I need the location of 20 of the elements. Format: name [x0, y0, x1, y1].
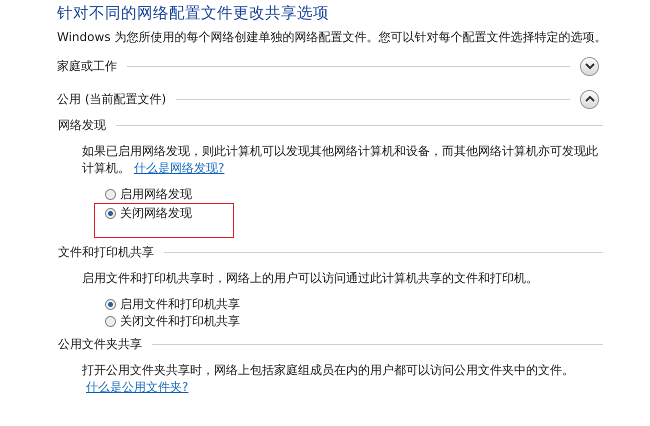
help-link[interactable]: 什么是网络发现?: [134, 161, 224, 175]
section-heading: 网络发现: [58, 116, 106, 134]
section-description: 启用文件和打印机共享时，网络上的用户可以访问通过此计算机共享的文件和打印机。: [82, 270, 539, 287]
section-description: 如果已启用网络发现，则此计算机可以发现其他网络计算机和设备，而其他网络计算机亦可发现此计算机。 什么是网络发现?: [82, 143, 599, 177]
chevron-icon: [584, 95, 594, 103]
radio-option[interactable]: 启用网络发现: [105, 186, 192, 203]
help-link[interactable]: 什么是公用文件夹?: [86, 380, 188, 394]
section-description: 打开公用文件夹共享时，网络上包括家庭组成员在内的用户都可以访问公用文件夹中的文件。 什么是公用文件夹?: [82, 362, 575, 396]
section-heading: 公用文件夹共享: [58, 336, 142, 352]
radio-option[interactable]: 启用文件和打印机共享: [105, 296, 240, 313]
radio-option[interactable]: 关闭文件和打印机共享: [105, 313, 240, 330]
description-text: Windows 为您所使用的每个网络创建单独的网络配置文件。您可以针对每个配置文件选择特定的选项。: [57, 29, 608, 45]
radio-option[interactable]: 关闭网络发现: [105, 205, 192, 222]
chevron-icon: [584, 62, 594, 70]
section-heading: 文件和打印机共享: [58, 244, 154, 260]
profile-heading: 公用 (当前配置文件): [57, 90, 166, 108]
collapse-button[interactable]: [580, 90, 599, 108]
profile-heading: 家庭或工作: [57, 58, 117, 74]
expand-button[interactable]: [580, 56, 599, 76]
page-title: 针对不同的网络配置文件更改共享选项: [57, 3, 330, 24]
